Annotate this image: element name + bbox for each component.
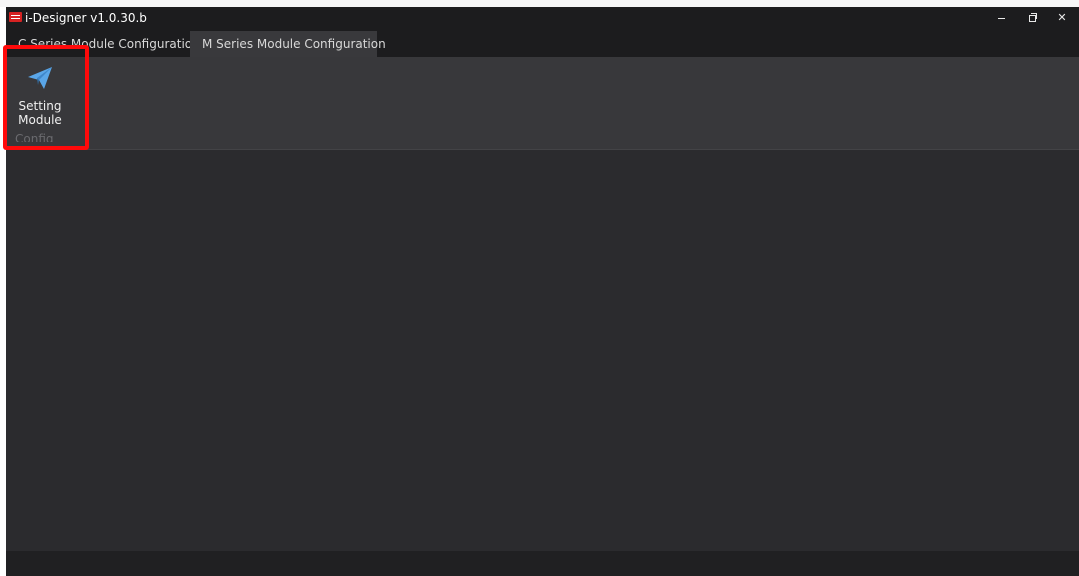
- minimize-icon: [998, 18, 1005, 19]
- close-icon: ✕: [1057, 11, 1067, 24]
- minimize-button[interactable]: [987, 7, 1017, 29]
- close-button[interactable]: ✕: [1047, 7, 1077, 29]
- status-bar: [6, 551, 1079, 576]
- app-logo-icon: [9, 12, 22, 22]
- restore-button[interactable]: [1017, 7, 1047, 29]
- window-title: i-Designer v1.0.30.b: [25, 11, 147, 25]
- screen-top-strip: [0, 0, 1079, 7]
- main-content-area: [6, 150, 1079, 551]
- highlight-box: [3, 45, 89, 150]
- restore-icon: [1029, 13, 1037, 22]
- ribbon-toolbar: Setting Module Config: [6, 57, 1079, 150]
- app-window: i-Designer v1.0.30.b ✕ C Series Module C…: [6, 7, 1079, 576]
- title-bar[interactable]: i-Designer v1.0.30.b ✕: [6, 7, 1079, 29]
- tab-m-series-module-configuration[interactable]: M Series Module Configuration: [190, 31, 386, 57]
- tab-bar: C Series Module Configuration M Series M…: [6, 29, 1079, 57]
